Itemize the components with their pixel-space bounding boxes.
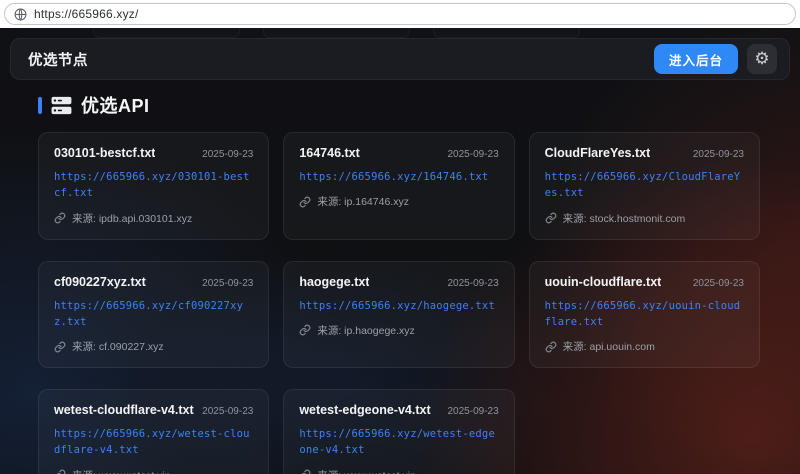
page-header: 优选节点 进入后台 ⚙ xyxy=(10,38,790,80)
ghost-card xyxy=(433,28,580,38)
file-url-link[interactable]: https://665966.xyz/cf090227xyz.txt xyxy=(54,298,253,331)
file-source: 来源: www.wetest.vip xyxy=(317,468,416,474)
link-icon xyxy=(545,212,557,224)
file-name: uouin-cloudflare.txt xyxy=(545,275,662,289)
file-source: 来源: cf.090227.xyz xyxy=(72,339,164,354)
address-bar[interactable]: https://665966.xyz/ xyxy=(4,3,796,25)
file-date: 2025-09-23 xyxy=(693,278,744,289)
file-name: wetest-edgeone-v4.txt xyxy=(299,403,430,417)
section-title: 优选API xyxy=(81,92,150,118)
page-title: 优选节点 xyxy=(28,49,88,70)
link-icon xyxy=(299,469,311,474)
file-date: 2025-09-23 xyxy=(202,149,253,160)
link-icon xyxy=(545,341,557,353)
api-card-grid: 030101-bestcf.txt 2025-09-23 https://665… xyxy=(38,132,760,474)
file-name: wetest-cloudflare-v4.txt xyxy=(54,403,194,417)
scrolled-cards-remnant xyxy=(93,28,580,38)
file-date: 2025-09-23 xyxy=(448,149,499,160)
url-text: https://665966.xyz/ xyxy=(34,7,139,21)
file-name: haogege.txt xyxy=(299,275,369,289)
file-source-row: 来源: api.uouin.com xyxy=(545,339,744,354)
file-name: 030101-bestcf.txt xyxy=(54,146,155,160)
api-card: CloudFlareYes.txt 2025-09-23 https://665… xyxy=(529,132,760,240)
file-source-row: 来源: www.wetest.vip xyxy=(54,468,253,474)
link-icon xyxy=(299,196,311,208)
file-url-link[interactable]: https://665966.xyz/030101-bestcf.txt xyxy=(54,169,253,202)
file-source-row: 来源: ipdb.api.030101.xyz xyxy=(54,211,253,226)
browser-toolbar: https://665966.xyz/ xyxy=(0,0,800,28)
server-stack-icon xyxy=(51,96,72,115)
header-actions: 进入后台 ⚙ xyxy=(654,44,777,74)
ghost-card xyxy=(263,28,410,38)
api-card: wetest-cloudflare-v4.txt 2025-09-23 http… xyxy=(38,389,269,474)
file-source: 来源: www.wetest.vip xyxy=(72,468,171,474)
file-source: 来源: ip.164746.xyz xyxy=(317,194,409,209)
file-url-link[interactable]: https://665966.xyz/CloudFlareYes.txt xyxy=(545,169,744,202)
api-card: haogege.txt 2025-09-23 https://665966.xy… xyxy=(283,261,514,369)
file-url-link[interactable]: https://665966.xyz/uouin-cloudflare.txt xyxy=(545,298,744,331)
link-icon xyxy=(54,469,66,474)
api-card: 030101-bestcf.txt 2025-09-23 https://665… xyxy=(38,132,269,240)
file-source: 来源: api.uouin.com xyxy=(563,339,655,354)
file-date: 2025-09-23 xyxy=(202,406,253,417)
file-name: cf090227xyz.txt xyxy=(54,275,146,289)
file-url-link[interactable]: https://665966.xyz/wetest-edgeone-v4.txt xyxy=(299,426,498,459)
file-url-link[interactable]: https://665966.xyz/haogege.txt xyxy=(299,298,498,314)
ghost-card xyxy=(93,28,240,38)
file-source-row: 来源: www.wetest.vip xyxy=(299,468,498,474)
file-source: 来源: ip.haogege.xyz xyxy=(317,323,414,338)
file-date: 2025-09-23 xyxy=(693,149,744,160)
file-name: CloudFlareYes.txt xyxy=(545,146,651,160)
globe-icon xyxy=(14,8,27,21)
file-source-row: 来源: ip.haogege.xyz xyxy=(299,323,498,338)
file-source-row: 来源: ip.164746.xyz xyxy=(299,194,498,209)
file-source: 来源: stock.hostmonit.com xyxy=(563,211,686,226)
file-url-link[interactable]: https://665966.xyz/164746.txt xyxy=(299,169,498,185)
file-date: 2025-09-23 xyxy=(448,278,499,289)
api-card: 164746.txt 2025-09-23 https://665966.xyz… xyxy=(283,132,514,240)
link-icon xyxy=(54,341,66,353)
file-source: 来源: ipdb.api.030101.xyz xyxy=(72,211,192,226)
settings-button[interactable]: ⚙ xyxy=(747,44,777,74)
file-name: 164746.txt xyxy=(299,146,359,160)
file-date: 2025-09-23 xyxy=(202,278,253,289)
link-icon xyxy=(54,212,66,224)
browser-window: https://665966.xyz/ 优选节点 进入后台 ⚙ xyxy=(0,0,800,474)
page-content: 优选节点 进入后台 ⚙ 优选API 030 xyxy=(0,28,800,474)
enter-admin-button[interactable]: 进入后台 xyxy=(654,44,738,74)
section-heading: 优选API xyxy=(38,93,760,117)
gear-icon: ⚙ xyxy=(754,49,769,69)
file-date: 2025-09-23 xyxy=(448,406,499,417)
link-icon xyxy=(299,324,311,336)
api-card: wetest-edgeone-v4.txt 2025-09-23 https:/… xyxy=(283,389,514,474)
api-card: uouin-cloudflare.txt 2025-09-23 https://… xyxy=(529,261,760,369)
file-source-row: 来源: cf.090227.xyz xyxy=(54,339,253,354)
file-url-link[interactable]: https://665966.xyz/wetest-cloudflare-v4.… xyxy=(54,426,253,459)
file-source-row: 来源: stock.hostmonit.com xyxy=(545,211,744,226)
section-marker-bar xyxy=(38,97,42,114)
api-card: cf090227xyz.txt 2025-09-23 https://66596… xyxy=(38,261,269,369)
